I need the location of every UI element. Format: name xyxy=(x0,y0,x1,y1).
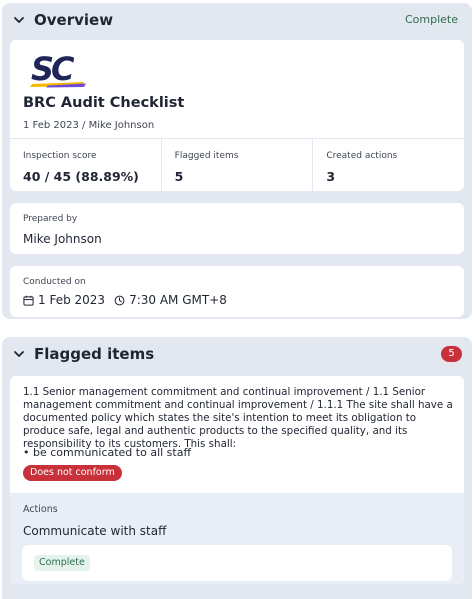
actions-label: Actions xyxy=(23,504,58,515)
title-card: SC BRC Audit Checklist 1 Feb 2023 / Mike… xyxy=(10,40,464,191)
flagged-items-title: Flagged items xyxy=(34,345,155,363)
chevron-down-icon[interactable] xyxy=(12,13,26,27)
flagged-items-section: Flagged items 5 1.1 Senior management co… xyxy=(2,337,472,599)
clock-icon xyxy=(114,295,125,305)
response-badge: Does not conform xyxy=(23,465,122,481)
stat-inspection-score: Inspection score 40 / 45 (88.89%) xyxy=(10,139,162,191)
prepared-by-card: Prepared by Mike Johnson xyxy=(10,203,464,254)
flagged-item-card[interactable]: 1.1 Senior management commitment and con… xyxy=(10,376,464,584)
overview-status: Complete xyxy=(404,13,458,26)
question-bullet: • be communicated to all staff xyxy=(23,446,192,459)
stat-label: Flagged items xyxy=(174,151,239,161)
chevron-down-icon[interactable] xyxy=(12,347,26,361)
conducted-on-card: Conducted on 1 Feb 2023 7:30 AM GMT+8 xyxy=(10,266,464,317)
stat-label: Created actions xyxy=(326,151,398,161)
conducted-date: 1 Feb 2023 xyxy=(38,293,106,307)
stat-value: 40 / 45 (88.89%) xyxy=(23,169,139,184)
actions-panel: Actions Communicate with staff Complete xyxy=(10,493,464,584)
document-meta: 1 Feb 2023 / Mike Johnson xyxy=(23,120,155,131)
stat-value: 3 xyxy=(326,169,336,184)
flagged-items-header[interactable]: Flagged items 5 xyxy=(2,337,472,371)
overview-header[interactable]: Overview Complete xyxy=(2,3,472,37)
action-card[interactable]: Complete xyxy=(22,545,452,581)
question-text: 1.1 Senior management commitment and con… xyxy=(23,386,453,450)
safetyculture-logo: SC xyxy=(30,50,86,88)
overview-section: Overview Complete SC BRC Audit Checklist… xyxy=(2,3,472,319)
stat-value: 5 xyxy=(174,169,184,184)
stat-flagged-items[interactable]: Flagged items 5 xyxy=(162,139,314,191)
overview-title: Overview xyxy=(34,11,114,29)
action-title: Communicate with staff xyxy=(23,524,167,538)
prepared-by-label: Prepared by xyxy=(23,214,78,224)
conducted-time: 7:30 AM GMT+8 xyxy=(129,293,227,307)
stat-created-actions[interactable]: Created actions 3 xyxy=(313,139,464,191)
stats-row: Inspection score 40 / 45 (88.89%) Flagge… xyxy=(10,138,464,191)
calendar-icon xyxy=(23,295,34,306)
document-title: BRC Audit Checklist xyxy=(23,95,185,111)
conducted-on-label: Conducted on xyxy=(23,277,86,287)
prepared-by-value: Mike Johnson xyxy=(23,232,102,246)
stat-label: Inspection score xyxy=(23,151,97,161)
action-status-badge: Complete xyxy=(34,555,90,571)
flagged-count-badge: 5 xyxy=(441,346,462,362)
conducted-on-value: 1 Feb 2023 7:30 AM GMT+8 xyxy=(23,293,227,307)
svg-text:SC: SC xyxy=(31,50,75,88)
